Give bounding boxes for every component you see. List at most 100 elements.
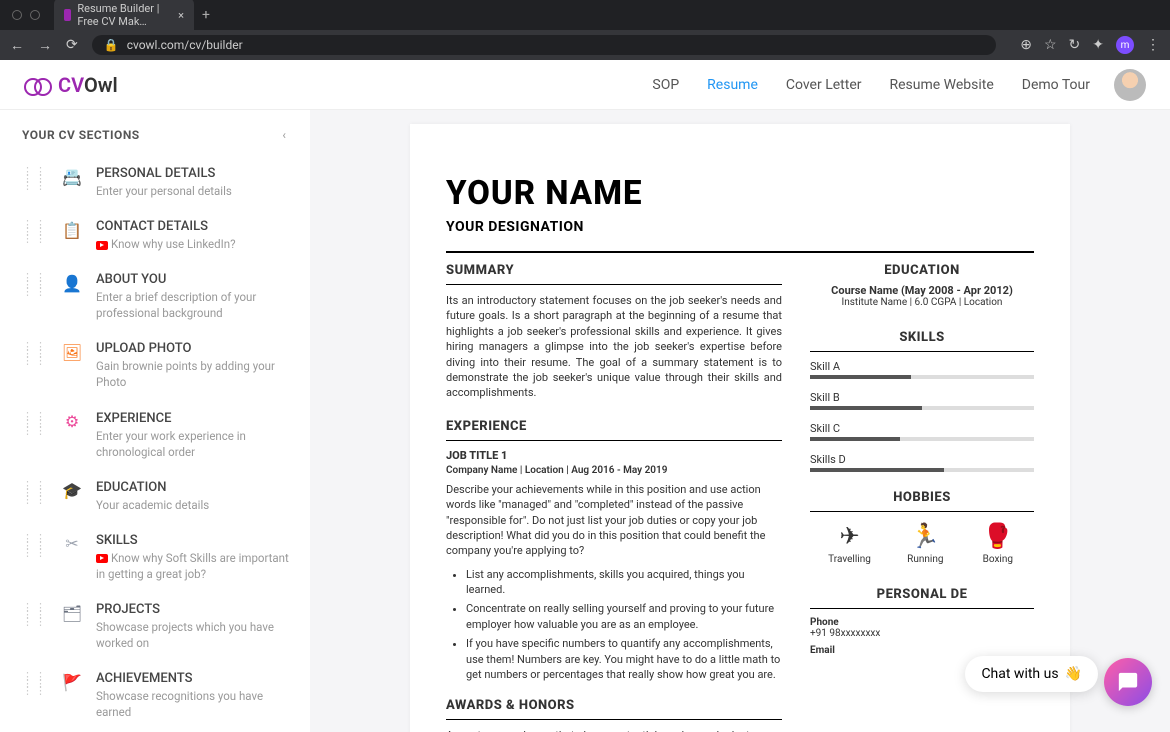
edu-title[interactable]: Course Name (May 2008 - Apr 2012) bbox=[810, 284, 1034, 297]
hobby-label: Travelling bbox=[828, 554, 871, 565]
drag-handle-icon[interactable]: ⋮⋮⋮⋮⋮⋮ bbox=[22, 411, 48, 460]
star-icon[interactable]: ☆ bbox=[1044, 37, 1057, 53]
sidebar: YOUR CV SECTIONS ‹ ⋮⋮⋮⋮⋮⋮ 📇 PERSONAL DET… bbox=[0, 110, 310, 732]
nav-resume-website[interactable]: Resume Website bbox=[890, 77, 994, 93]
skill-row[interactable]: Skill B bbox=[810, 391, 1034, 410]
history-icon[interactable]: ↻ bbox=[1069, 37, 1081, 53]
reload-button[interactable]: ⟳ bbox=[66, 37, 78, 53]
sidebar-item[interactable]: ⋮⋮⋮⋮⋮⋮ 📋 CONTACT DETAILS Know why use Li… bbox=[22, 209, 292, 262]
nav-links: SOP Resume Cover Letter Resume Website D… bbox=[652, 77, 1090, 93]
url-text: cvowl.com/cv/builder bbox=[127, 38, 243, 52]
skill-row[interactable]: Skills D bbox=[810, 453, 1034, 472]
sidebar-item[interactable]: ⋮⋮⋮⋮⋮⋮ 🎓 EDUCATION Your academic details bbox=[22, 470, 292, 523]
sidebar-title: YOUR CV SECTIONS bbox=[22, 128, 140, 142]
email-label: Email bbox=[810, 645, 1034, 656]
drag-handle-icon[interactable]: ⋮⋮⋮⋮⋮⋮ bbox=[22, 602, 48, 651]
section-label: EDUCATION bbox=[96, 480, 292, 495]
sidebar-item[interactable]: ⋮⋮⋮⋮⋮⋮ 🚩 ACHIEVEMENTS Showcase recogniti… bbox=[22, 661, 292, 730]
hobby-icon: 🏃 bbox=[907, 522, 943, 550]
new-tab-button[interactable]: + bbox=[202, 7, 210, 23]
section-label: PROJECTS bbox=[96, 602, 292, 617]
main-content: YOUR CV SECTIONS ‹ ⋮⋮⋮⋮⋮⋮ 📇 PERSONAL DET… bbox=[0, 110, 1170, 732]
drag-handle-icon[interactable]: ⋮⋮⋮⋮⋮⋮ bbox=[22, 480, 48, 513]
hobby-item[interactable]: 🥊Boxing bbox=[980, 522, 1016, 565]
section-desc: Your academic details bbox=[96, 497, 292, 513]
section-icon: 🗂 bbox=[60, 602, 84, 624]
back-button[interactable]: ← bbox=[10, 37, 24, 54]
sidebar-item[interactable]: ⋮⋮⋮⋮⋮⋮ ⚙ EXPERIENCE Enter your work expe… bbox=[22, 401, 292, 470]
drag-handle-icon[interactable]: ⋮⋮⋮⋮⋮⋮ bbox=[22, 533, 48, 582]
menu-icon[interactable]: ⋮ bbox=[1146, 37, 1160, 53]
section-label: ACHIEVEMENTS bbox=[96, 671, 292, 686]
drag-handle-icon[interactable]: ⋮⋮⋮⋮⋮⋮ bbox=[22, 671, 48, 720]
section-icon: 🎓 bbox=[60, 480, 84, 502]
lock-icon: 🔒 bbox=[104, 38, 119, 52]
section-icon: ⚙ bbox=[60, 411, 84, 433]
zoom-icon[interactable]: ⊕ bbox=[1020, 37, 1032, 53]
chat-fab[interactable] bbox=[1104, 658, 1152, 706]
job-bullets[interactable]: List any accomplishments, skills you acq… bbox=[446, 567, 782, 683]
section-desc: Enter your work experience in chronologi… bbox=[96, 428, 292, 460]
hobby-item[interactable]: ✈ Travelling bbox=[828, 522, 871, 565]
tab-bar: Resume Builder | Free CV Mak… × + bbox=[0, 0, 1170, 30]
nav-demo-tour[interactable]: Demo Tour bbox=[1022, 77, 1090, 93]
window-control[interactable] bbox=[30, 10, 40, 20]
hobby-item[interactable]: 🏃 Running bbox=[907, 522, 943, 565]
resume-name[interactable]: YOUR NAME bbox=[446, 174, 1034, 213]
sidebar-item[interactable]: ⋮⋮⋮⋮⋮⋮ 👤 ABOUT YOU Enter a brief descrip… bbox=[22, 262, 292, 331]
address-bar[interactable]: 🔒 cvowl.com/cv/builder bbox=[92, 35, 997, 55]
section-desc: Showcase recognitions you have earned bbox=[96, 688, 292, 720]
sidebar-item[interactable]: ⋮⋮⋮⋮⋮⋮ 🖼 UPLOAD PHOTO Gain brownie point… bbox=[22, 331, 292, 400]
section-label: SKILLS bbox=[96, 533, 292, 548]
collapse-sidebar-button[interactable]: ‹ bbox=[282, 128, 286, 142]
job-meta[interactable]: Company Name | Location | Aug 2016 - May… bbox=[446, 465, 782, 476]
resume-designation[interactable]: YOUR DESIGNATION bbox=[446, 219, 1034, 235]
bullet[interactable]: Concentrate on really selling yourself a… bbox=[466, 601, 782, 632]
hobby-label: Running bbox=[907, 554, 943, 565]
section-desc: Enter your personal details bbox=[96, 183, 292, 199]
bullet[interactable]: List any accomplishments, skills you acq… bbox=[466, 567, 782, 598]
bullet[interactable]: If you have specific numbers to quantify… bbox=[466, 636, 782, 682]
extensions-icon[interactable]: ✦ bbox=[1092, 37, 1104, 53]
edu-meta[interactable]: Institute Name | 6.0 CGPA | Location bbox=[810, 297, 1034, 308]
skill-name: Skill C bbox=[810, 422, 1034, 435]
drag-handle-icon[interactable]: ⋮⋮⋮⋮⋮⋮ bbox=[22, 272, 48, 321]
sidebar-item[interactable]: ⋮⋮⋮⋮⋮⋮ 🗂 PROJECTS Showcase projects whic… bbox=[22, 592, 292, 661]
window-control[interactable] bbox=[12, 10, 22, 20]
resume-canvas[interactable]: YOUR NAME YOUR DESIGNATION SUMMARY Its a… bbox=[310, 110, 1170, 732]
forward-button[interactable]: → bbox=[38, 37, 52, 54]
drag-handle-icon[interactable]: ⋮⋮⋮⋮⋮⋮ bbox=[22, 166, 48, 199]
browser-tab[interactable]: Resume Builder | Free CV Mak… × bbox=[54, 0, 194, 32]
section-desc: Know why use LinkedIn? bbox=[96, 236, 292, 252]
wave-icon: 👋 bbox=[1065, 666, 1082, 682]
brand-logo[interactable]: CVOwl bbox=[24, 73, 118, 97]
job-desc[interactable]: Describe your achievements while in this… bbox=[446, 482, 782, 559]
awards-text[interactable]: A great resume is one that gives a poten… bbox=[446, 728, 782, 732]
close-icon[interactable]: × bbox=[178, 9, 184, 22]
tab-title: Resume Builder | Free CV Mak… bbox=[77, 2, 172, 28]
section-label: CONTACT DETAILS bbox=[96, 219, 292, 234]
sidebar-item[interactable]: ⋮⋮⋮⋮⋮⋮ 📇 PERSONAL DETAILS Enter your per… bbox=[22, 156, 292, 209]
resume-page: YOUR NAME YOUR DESIGNATION SUMMARY Its a… bbox=[410, 124, 1070, 732]
drag-handle-icon[interactable]: ⋮⋮⋮⋮⋮⋮ bbox=[22, 219, 48, 252]
skill-bar bbox=[810, 375, 1034, 379]
skill-row[interactable]: Skill A bbox=[810, 360, 1034, 379]
summary-text[interactable]: Its an introductory statement focuses on… bbox=[446, 293, 782, 401]
hobby-icon: ✈ bbox=[832, 522, 868, 550]
job-title[interactable]: JOB TITLE 1 bbox=[446, 449, 782, 462]
profile-avatar-small[interactable]: m bbox=[1116, 36, 1134, 54]
nav-sop[interactable]: SOP bbox=[652, 77, 679, 93]
address-bar-row: ← → ⟳ 🔒 cvowl.com/cv/builder ⊕ ☆ ↻ ✦ m ⋮ bbox=[0, 30, 1170, 60]
nav-cover-letter[interactable]: Cover Letter bbox=[786, 77, 862, 93]
skill-row[interactable]: Skill C bbox=[810, 422, 1034, 441]
section-icon: 🖼 bbox=[60, 341, 84, 363]
phone-val[interactable]: +91 98xxxxxxxx bbox=[810, 628, 1034, 639]
profile-avatar[interactable] bbox=[1114, 69, 1146, 101]
section-desc: Enter a brief description of your profes… bbox=[96, 289, 292, 321]
nav-resume[interactable]: Resume bbox=[707, 77, 758, 93]
chat-pill[interactable]: Chat with us 👋 bbox=[965, 656, 1098, 692]
sidebar-item[interactable]: ⋮⋮⋮⋮⋮⋮ ✂ SKILLS Know why Soft Skills are… bbox=[22, 523, 292, 592]
skill-bar bbox=[810, 406, 1034, 410]
drag-handle-icon[interactable]: ⋮⋮⋮⋮⋮⋮ bbox=[22, 341, 48, 390]
experience-heading: EXPERIENCE bbox=[446, 419, 782, 434]
